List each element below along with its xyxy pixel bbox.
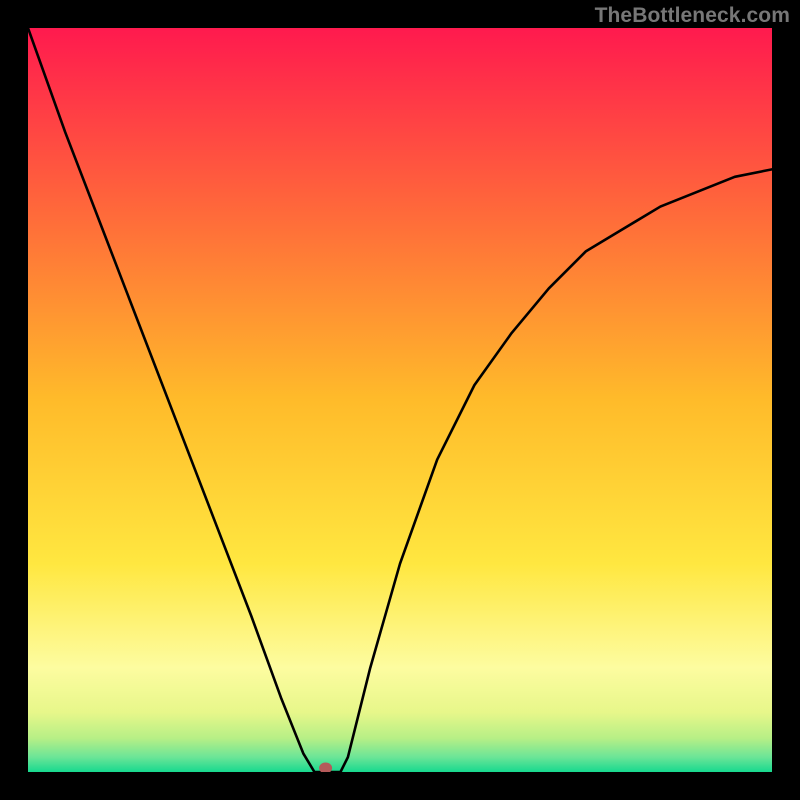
- chart-frame: TheBottleneck.com: [0, 0, 800, 800]
- chart-svg: [28, 28, 772, 772]
- chart-plot-area: [28, 28, 772, 772]
- chart-background: [28, 28, 772, 772]
- watermark-text: TheBottleneck.com: [595, 4, 790, 28]
